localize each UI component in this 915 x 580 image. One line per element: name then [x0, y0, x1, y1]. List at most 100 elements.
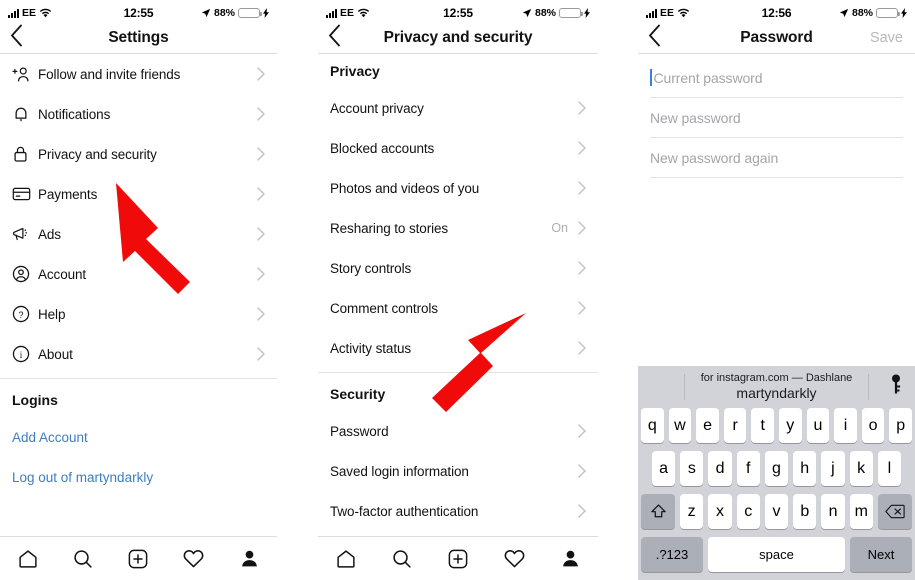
key-b[interactable]: b	[793, 494, 817, 529]
chevron-right-icon	[578, 141, 586, 155]
chevron-right-icon	[578, 101, 586, 115]
tab-add[interactable]	[436, 542, 480, 576]
key-y[interactable]: y	[779, 408, 802, 443]
sidebar-item-help[interactable]: ? Help	[0, 294, 277, 334]
sidebar-item-label: Help	[38, 306, 66, 322]
keyboard-row-2: a s d f g h j k l	[638, 451, 915, 486]
tab-add[interactable]	[116, 542, 160, 576]
autofill-source-label: for instagram.com — Dashlane	[700, 371, 853, 384]
suggestion-divider-right	[868, 374, 869, 400]
back-button[interactable]	[10, 24, 23, 51]
list-item-activity-status[interactable]: Activity status	[318, 328, 598, 368]
list-item-account-privacy[interactable]: Account privacy	[318, 88, 598, 128]
chevron-right-icon	[257, 147, 265, 161]
phone-screenshot-settings: EE 12:55 88% Settings Follow and invite …	[0, 0, 277, 580]
list-item-photos-and-videos-of-you[interactable]: Photos and videos of you	[318, 168, 598, 208]
back-button[interactable]	[328, 24, 341, 51]
password-autofill-suggestion-bar[interactable]: for instagram.com — Dashlane martyndarkl…	[638, 366, 915, 408]
save-button[interactable]: Save	[870, 30, 903, 46]
key-m[interactable]: m	[849, 494, 873, 529]
chevron-right-icon	[578, 261, 586, 275]
key-n[interactable]: n	[821, 494, 845, 529]
key-p[interactable]: p	[889, 408, 912, 443]
key-l[interactable]: l	[877, 451, 901, 486]
status-bar-right: 88%	[839, 7, 907, 19]
key-j[interactable]: j	[821, 451, 845, 486]
key-i[interactable]: i	[834, 408, 857, 443]
key-v[interactable]: v	[764, 494, 789, 529]
battery-icon	[559, 7, 583, 19]
chevron-right-icon	[257, 227, 265, 241]
list-item-comment-controls[interactable]: Comment controls	[318, 288, 598, 328]
backspace-key[interactable]	[877, 494, 912, 529]
key-h[interactable]: h	[793, 451, 817, 486]
tab-home[interactable]	[6, 542, 50, 576]
key-x[interactable]: x	[708, 494, 732, 529]
sidebar-item-about[interactable]: i About	[0, 334, 277, 374]
tab-profile[interactable]	[227, 542, 271, 576]
sidebar-item-follow-and-invite-friends[interactable]: Follow and invite friends	[0, 54, 277, 94]
key-icon[interactable]	[889, 374, 903, 401]
status-bar-right: 88%	[201, 7, 269, 19]
list-item-label: Blocked accounts	[330, 140, 435, 156]
next-key[interactable]: Next	[850, 537, 912, 572]
list-item-story-controls[interactable]: Story controls	[318, 248, 598, 288]
tab-activity[interactable]	[492, 542, 536, 576]
list-item-saved-login-information[interactable]: Saved login information	[318, 451, 598, 491]
key-o[interactable]: o	[861, 408, 885, 443]
list-item-two-factor-authentication[interactable]: Two-factor authentication	[318, 491, 598, 531]
chevron-right-icon	[257, 187, 265, 201]
space-key[interactable]: space	[708, 537, 845, 572]
tab-search[interactable]	[61, 542, 105, 576]
key-a[interactable]: a	[652, 451, 676, 486]
suggestion-divider-left	[684, 374, 685, 400]
charging-bolt-icon	[263, 8, 269, 18]
key-w[interactable]: w	[668, 408, 692, 443]
key-c[interactable]: c	[736, 494, 760, 529]
tab-home[interactable]	[324, 542, 368, 576]
list-item-password[interactable]: Password	[318, 411, 598, 451]
log-out-link[interactable]: Log out of martyndarkly	[0, 457, 277, 497]
key-g[interactable]: g	[764, 451, 789, 486]
key-s[interactable]: s	[680, 451, 704, 486]
new-password-again-field[interactable]: New password again	[650, 138, 903, 178]
add-account-link[interactable]: Add Account	[0, 417, 277, 457]
key-k[interactable]: k	[849, 451, 873, 486]
status-bar-right: 88%	[522, 7, 590, 19]
autofill-suggestion[interactable]: for instagram.com — Dashlane martyndarkl…	[701, 372, 853, 402]
credit-card-icon	[12, 186, 38, 202]
key-r[interactable]: r	[723, 408, 747, 443]
battery-icon	[238, 7, 262, 19]
tab-profile[interactable]	[548, 542, 592, 576]
sidebar-item-payments[interactable]: Payments	[0, 174, 277, 214]
key-e[interactable]: e	[696, 408, 719, 443]
page-title: Privacy and security	[383, 28, 533, 46]
bottom-tab-bar	[318, 536, 598, 580]
key-u[interactable]: u	[806, 408, 830, 443]
add-person-icon	[12, 65, 38, 84]
current-password-field[interactable]: Current password	[650, 58, 903, 98]
sidebar-item-account[interactable]: Account	[0, 254, 277, 294]
shift-key[interactable]	[641, 494, 676, 529]
back-button[interactable]	[648, 24, 661, 51]
key-q[interactable]: q	[641, 408, 664, 443]
chevron-right-icon	[257, 107, 265, 121]
tab-search[interactable]	[380, 542, 424, 576]
key-d[interactable]: d	[708, 451, 732, 486]
list-item-blocked-accounts[interactable]: Blocked accounts	[318, 128, 598, 168]
nav-bar: Privacy and security	[318, 22, 598, 54]
list-item-value: On	[551, 221, 568, 235]
key-z[interactable]: z	[680, 494, 704, 529]
sidebar-item-privacy-and-security[interactable]: Privacy and security	[0, 134, 277, 174]
key-t[interactable]: t	[751, 408, 774, 443]
new-password-field[interactable]: New password	[650, 98, 903, 138]
tab-activity[interactable]	[172, 542, 216, 576]
phone-screenshot-privacy-and-security: EE 12:55 88% Privacy and security Privac…	[318, 0, 598, 580]
sidebar-item-ads[interactable]: Ads	[0, 214, 277, 254]
list-divider	[0, 378, 277, 379]
numbers-key[interactable]: .?123	[641, 537, 703, 572]
sidebar-item-notifications[interactable]: Notifications	[0, 94, 277, 134]
privacy-security-list: Privacy Account privacy Blocked accounts…	[318, 54, 598, 531]
list-item-resharing-to-stories[interactable]: Resharing to stories On	[318, 208, 598, 248]
key-f[interactable]: f	[736, 451, 760, 486]
